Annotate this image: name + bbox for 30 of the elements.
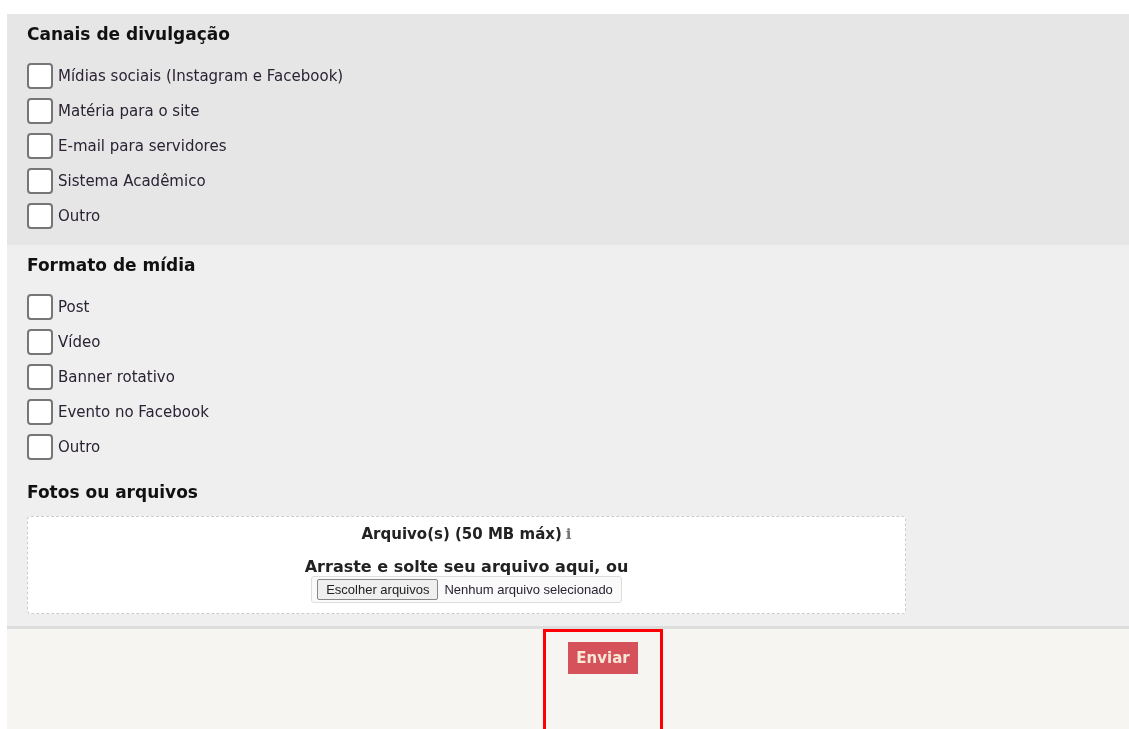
checkbox[interactable] (27, 293, 53, 320)
checkbox[interactable] (27, 328, 53, 355)
checkbox-label: Banner rotativo (58, 367, 175, 386)
checkbox[interactable] (27, 398, 53, 425)
checkbox-label: Outro (58, 206, 101, 225)
info-icon[interactable]: i (565, 525, 572, 543)
drop-zone[interactable]: Arquivo(s) (50 MB máx) i Arraste e solte seu arquivo aqui, ou Escolher arquivos Nenhum arquivo selecionado (27, 516, 906, 614)
checkbox[interactable] (27, 97, 53, 124)
checkbox-label: Evento no Facebook (58, 402, 209, 421)
checkbox-label: Post (58, 297, 90, 316)
checkbox[interactable] (27, 167, 53, 194)
upload-limit: Arquivo(s) (50 MB máx) (361, 525, 562, 543)
checkbox[interactable] (27, 62, 53, 89)
checkbox[interactable] (27, 363, 53, 390)
section-heading: Canais de divulgação (27, 24, 231, 44)
file-status: Nenhum arquivo selecionado (444, 582, 613, 597)
checkbox[interactable] (27, 202, 53, 229)
section-heading: Formato de mídia (27, 255, 197, 275)
checkbox[interactable] (27, 132, 53, 159)
checkbox-label: Sistema Acadêmico (58, 171, 206, 190)
checkbox-label: Outro (58, 437, 101, 456)
file-input[interactable]: Escolher arquivos Nenhum arquivo selecionado (311, 576, 622, 603)
checkbox-label: Mídias sociais (Instagram e Facebook) (58, 66, 344, 85)
checkbox-label: Vídeo (58, 332, 101, 351)
section-heading: Fotos ou arquivos (27, 482, 199, 502)
checkbox[interactable] (27, 433, 53, 460)
drop-hint: Arraste e solte seu arquivo aqui, ou (304, 557, 629, 576)
choose-files-button[interactable]: Escolher arquivos (317, 579, 439, 600)
checkbox-label: E-mail para servidores (58, 136, 227, 155)
checkbox-label: Matéria para o site (58, 101, 200, 120)
